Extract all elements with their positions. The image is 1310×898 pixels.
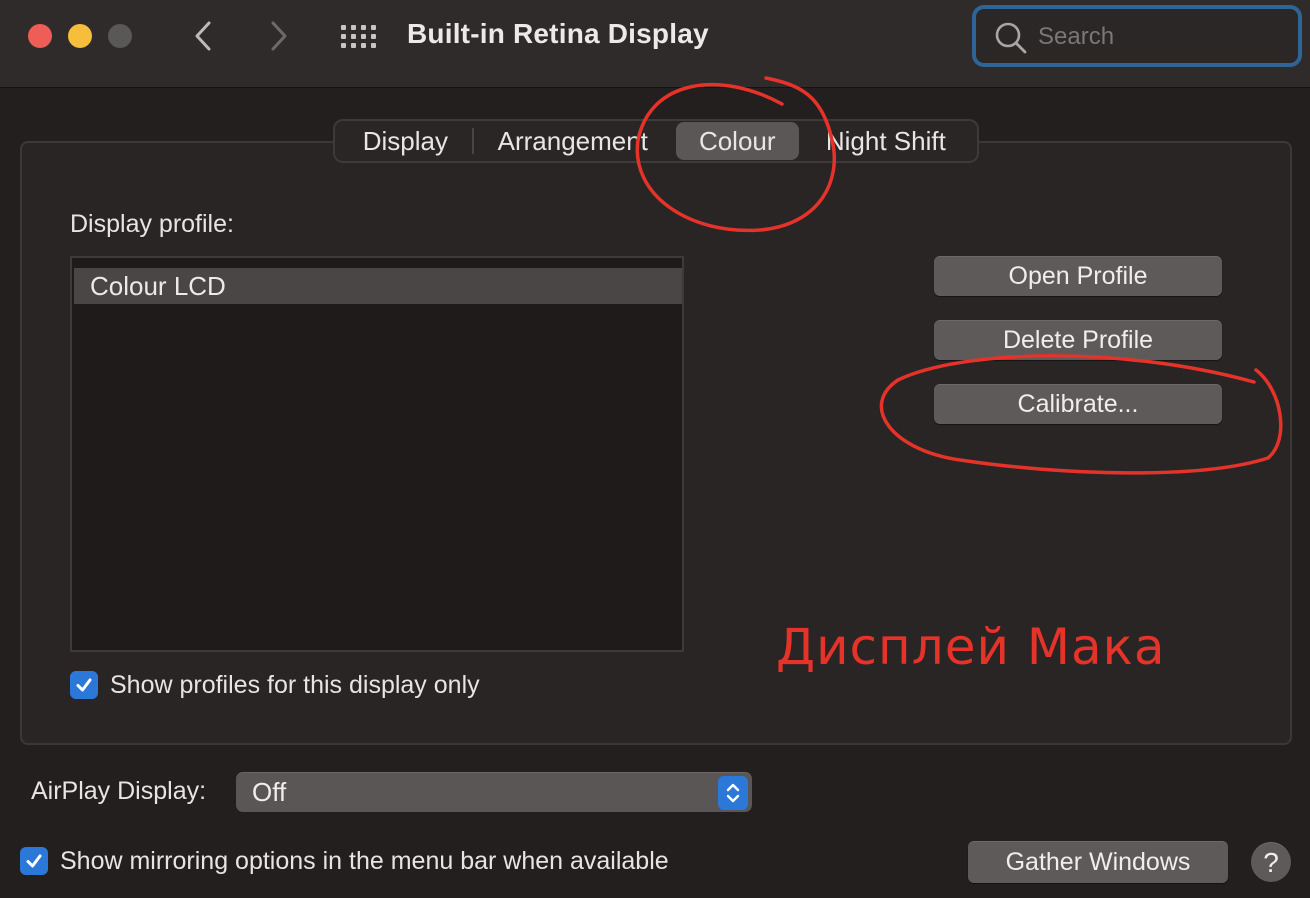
- search-field[interactable]: [972, 5, 1302, 67]
- back-button[interactable]: [186, 18, 222, 54]
- tab-label: Display: [362, 125, 448, 156]
- show-profiles-label: Show profiles for this display only: [110, 671, 480, 699]
- tab-label: Night Shift: [825, 125, 946, 156]
- window-title: Built-in Retina Display: [407, 18, 709, 49]
- chevron-right-icon: [271, 21, 287, 51]
- updown-chevron-icon: [718, 776, 748, 810]
- help-button[interactable]: ?: [1251, 842, 1291, 882]
- mirroring-options-label: Show mirroring options in the menu bar w…: [60, 847, 669, 875]
- tab-label: Arrangement: [497, 125, 648, 156]
- annotation-text: Дисплей Мака: [776, 618, 1166, 676]
- tab-arrangement[interactable]: Arrangement: [474, 122, 672, 160]
- display-profile-label: Display profile:: [70, 210, 234, 238]
- calibrate-button[interactable]: Calibrate...: [934, 384, 1222, 424]
- airplay-display-select[interactable]: Off: [236, 772, 752, 812]
- show-all-grid-icon[interactable]: [340, 24, 376, 48]
- checkmark-icon: [76, 678, 92, 692]
- airplay-selected-value: Off: [252, 777, 287, 807]
- tab-night-shift[interactable]: Night Shift: [799, 122, 973, 160]
- delete-profile-button[interactable]: Delete Profile: [934, 320, 1222, 360]
- close-window-button[interactable]: [28, 24, 52, 48]
- forward-button[interactable]: [260, 18, 296, 54]
- gather-windows-button[interactable]: Gather Windows: [968, 841, 1228, 883]
- search-icon: [995, 22, 1027, 54]
- list-item[interactable]: Colour LCD: [74, 268, 682, 304]
- tab-display[interactable]: Display: [339, 122, 472, 160]
- airplay-display-label: AirPlay Display:: [31, 777, 207, 805]
- profile-list[interactable]: Colour LCD: [70, 256, 684, 652]
- search-input[interactable]: [1038, 19, 1288, 55]
- show-profiles-checkbox[interactable]: [70, 671, 98, 699]
- title-bar: Built-in Retina Display: [0, 0, 1310, 88]
- zoom-window-button[interactable]: [108, 24, 132, 48]
- tab-label: Colour: [698, 125, 776, 156]
- tab-bar: Display Arrangement Colour Night Shift: [333, 119, 979, 163]
- checkmark-icon: [26, 854, 42, 868]
- tab-colour[interactable]: Colour: [675, 122, 799, 160]
- chevron-left-icon: [195, 21, 211, 51]
- open-profile-button[interactable]: Open Profile: [934, 256, 1222, 296]
- mirroring-options-checkbox[interactable]: [20, 847, 48, 875]
- minimize-window-button[interactable]: [68, 24, 92, 48]
